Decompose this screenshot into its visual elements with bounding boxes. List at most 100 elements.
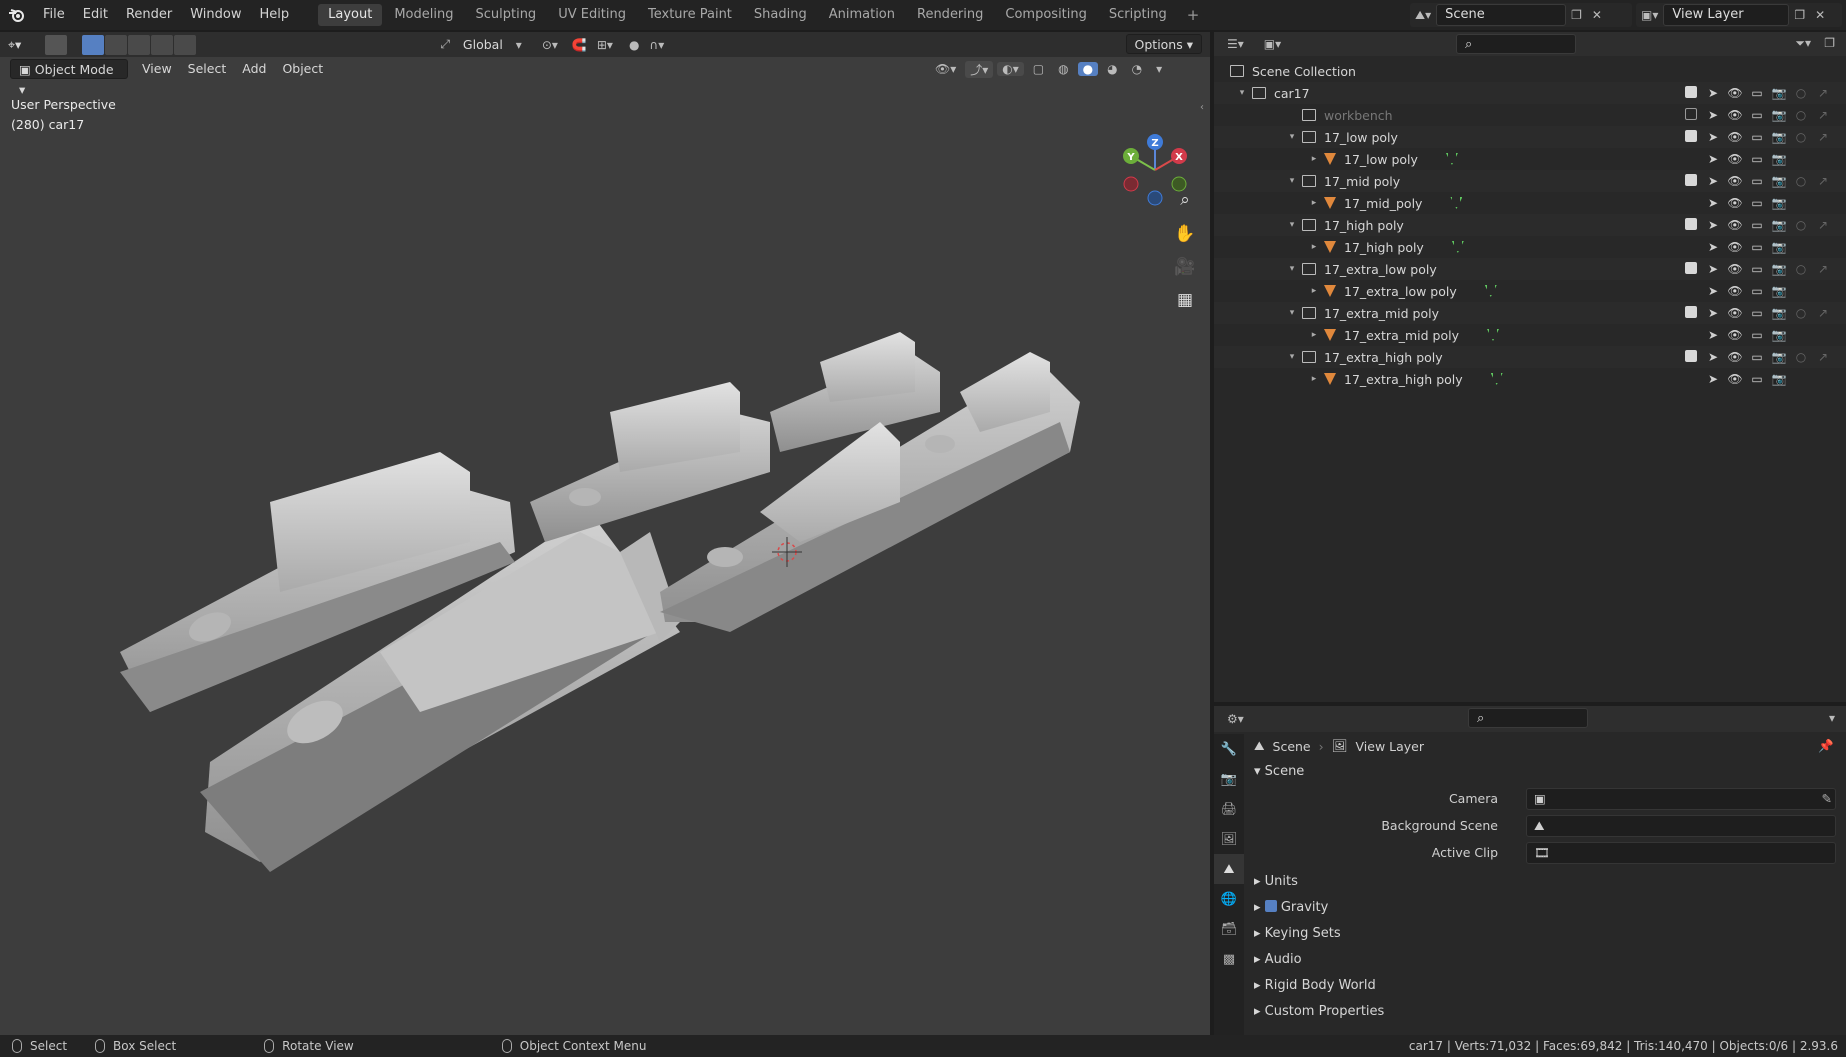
- visibility-eye-icon[interactable]: 👁: [1724, 130, 1746, 144]
- render-disable-icon[interactable]: 📷: [1768, 218, 1790, 232]
- pin-icon[interactable]: 📌: [1818, 738, 1834, 754]
- car-model-middle[interactable]: [530, 382, 770, 542]
- scene-field[interactable]: Scene: [1436, 4, 1567, 26]
- new-scene-icon[interactable]: ❐: [1566, 8, 1587, 22]
- selectable-toggle-icon[interactable]: ➤: [1702, 240, 1724, 254]
- viewport-disable-icon[interactable]: ▭: [1746, 328, 1768, 342]
- viewport-disable-icon[interactable]: ▭: [1746, 152, 1768, 166]
- expand-arrow-icon[interactable]: ▸: [1308, 374, 1320, 384]
- active-clip-field[interactable]: [1526, 842, 1836, 864]
- view-layer-field[interactable]: View Layer: [1663, 4, 1790, 26]
- outliner-row-collection[interactable]: ▾ 17_low poly ➤ 👁 ▭ 📷 ○ ↗: [1214, 126, 1846, 148]
- outliner-row-collection[interactable]: ▾ car17 ➤ 👁 ▭ 📷 ○ ↗: [1214, 82, 1846, 104]
- render-disable-icon[interactable]: 📷: [1768, 86, 1790, 100]
- mesh-data-icon[interactable]: [1486, 329, 1499, 341]
- outliner-row-scene-collection[interactable]: Scene Collection: [1214, 60, 1846, 82]
- eyedropper-icon[interactable]: ✎: [1822, 791, 1832, 806]
- selectable-toggle-icon[interactable]: ➤: [1702, 108, 1724, 122]
- render-disable-icon[interactable]: 📷: [1768, 306, 1790, 320]
- tab-layout[interactable]: Layout: [318, 4, 383, 26]
- menu-edit[interactable]: Edit: [74, 0, 117, 30]
- visibility-eye-icon[interactable]: 👁: [1724, 218, 1746, 232]
- holdout-icon[interactable]: ○: [1790, 306, 1812, 320]
- render-disable-icon[interactable]: 📷: [1768, 108, 1790, 122]
- expand-arrow-icon[interactable]: ▸: [1308, 154, 1320, 164]
- indirect-only-icon[interactable]: ↗: [1812, 130, 1834, 144]
- exclude-checkbox[interactable]: [1685, 85, 1697, 98]
- outliner-row-object[interactable]: ▸ 17_extra_high poly ➤ 👁 ▭ 📷: [1214, 368, 1846, 390]
- tool-tab-icon[interactable]: 🔧: [1214, 734, 1244, 764]
- visibility-eye-icon[interactable]: 👁: [1724, 108, 1746, 122]
- menu-window[interactable]: Window: [181, 0, 250, 30]
- units-section[interactable]: ▸ Units: [1254, 874, 1298, 889]
- outliner-row-collection[interactable]: ▾ 17_extra_low poly ➤ 👁 ▭ 📷 ○ ↗: [1214, 258, 1846, 280]
- sidebar-toggle-icon[interactable]: ‹: [1200, 102, 1204, 113]
- 3d-viewport[interactable]: ⌖▾ ⤢ Global ▾ ⊙▾ 🧲 ⊞▾ ● ∩▾ Options ▾ ▣ O…: [0, 32, 1210, 1035]
- filter-icon[interactable]: ⏷▾: [1790, 36, 1816, 51]
- exclude-checkbox[interactable]: [1685, 107, 1697, 120]
- world-tab-icon[interactable]: 🌐: [1214, 884, 1244, 914]
- gizmo-neg-z-axis[interactable]: [1147, 190, 1163, 206]
- expand-arrow-icon[interactable]: ▸: [1308, 286, 1320, 296]
- pan-hand-icon[interactable]: ✋: [1170, 219, 1200, 249]
- menu-file[interactable]: File: [34, 0, 74, 30]
- new-collection-icon[interactable]: ❐: [1819, 36, 1840, 50]
- exclude-checkbox[interactable]: [1685, 349, 1697, 362]
- expand-arrow-icon[interactable]: ▸: [1308, 242, 1320, 252]
- render-disable-icon[interactable]: 📷: [1768, 328, 1790, 342]
- outliner-row-object[interactable]: ▸ 17_low poly ➤ 👁 ▭ 📷: [1214, 148, 1846, 170]
- visibility-eye-icon[interactable]: 👁: [1724, 284, 1746, 298]
- selectable-toggle-icon[interactable]: ➤: [1702, 218, 1724, 232]
- outliner-search-input[interactable]: ⌕: [1456, 34, 1576, 54]
- menu-render[interactable]: Render: [117, 0, 181, 30]
- remove-view-layer-icon[interactable]: ✕: [1810, 8, 1830, 22]
- tab-uv-editing[interactable]: UV Editing: [548, 4, 636, 26]
- tab-animation[interactable]: Animation: [819, 4, 905, 26]
- indirect-only-icon[interactable]: ↗: [1812, 262, 1834, 276]
- outliner-row-collection[interactable]: ▾ 17_high poly ➤ 👁 ▭ 📷 ○ ↗: [1214, 214, 1846, 236]
- selectable-toggle-icon[interactable]: ➤: [1702, 152, 1724, 166]
- selectable-toggle-icon[interactable]: ➤: [1702, 306, 1724, 320]
- remove-scene-icon[interactable]: ✕: [1587, 8, 1607, 22]
- tab-rendering[interactable]: Rendering: [907, 4, 993, 26]
- viewport-disable-icon[interactable]: ▭: [1746, 372, 1768, 386]
- menu-help[interactable]: Help: [251, 0, 299, 30]
- add-workspace-button[interactable]: +: [1179, 6, 1208, 24]
- expand-arrow-icon[interactable]: ▾: [1286, 352, 1298, 362]
- holdout-icon[interactable]: ○: [1790, 350, 1812, 364]
- expand-arrow-icon[interactable]: ▸: [1308, 198, 1320, 208]
- outliner-row-object[interactable]: ▸ 17_extra_low poly ➤ 👁 ▭ 📷: [1214, 280, 1846, 302]
- viewport-disable-icon[interactable]: ▭: [1746, 174, 1768, 188]
- indirect-only-icon[interactable]: ↗: [1812, 108, 1834, 122]
- outliner-row-object[interactable]: ▸ 17_mid_poly ➤ 👁 ▭ 📷: [1214, 192, 1846, 214]
- visibility-eye-icon[interactable]: 👁: [1724, 306, 1746, 320]
- render-disable-icon[interactable]: 📷: [1768, 240, 1790, 254]
- render-disable-icon[interactable]: 📷: [1768, 174, 1790, 188]
- viewport-disable-icon[interactable]: ▭: [1746, 196, 1768, 210]
- selectable-toggle-icon[interactable]: ➤: [1702, 372, 1724, 386]
- visibility-eye-icon[interactable]: 👁: [1724, 350, 1746, 364]
- expand-arrow-icon[interactable]: ▸: [1308, 330, 1320, 340]
- indirect-only-icon[interactable]: ↗: [1812, 350, 1834, 364]
- mesh-data-icon[interactable]: [1484, 285, 1497, 297]
- camera-view-icon[interactable]: 🎥: [1170, 252, 1200, 282]
- blender-logo-icon[interactable]: [0, 0, 34, 30]
- new-view-layer-icon[interactable]: ❐: [1789, 8, 1810, 22]
- indirect-only-icon[interactable]: ↗: [1812, 174, 1834, 188]
- view-layer-icon[interactable]: ▣▾: [1636, 8, 1663, 22]
- expand-arrow-icon[interactable]: ▾: [1286, 176, 1298, 186]
- expand-arrow-icon[interactable]: ▾: [1286, 132, 1298, 142]
- car-models-render[interactable]: [0, 32, 1210, 1035]
- exclude-checkbox[interactable]: [1685, 173, 1697, 186]
- scene-icon[interactable]: ⛰▾: [1410, 8, 1436, 23]
- selectable-toggle-icon[interactable]: ➤: [1702, 328, 1724, 342]
- outliner-editor-icon[interactable]: ☰▾: [1222, 37, 1249, 51]
- viewport-disable-icon[interactable]: ▭: [1746, 108, 1768, 122]
- expand-arrow-icon[interactable]: ▾: [1286, 220, 1298, 230]
- indirect-only-icon[interactable]: ↗: [1812, 306, 1834, 320]
- holdout-icon[interactable]: ○: [1790, 108, 1812, 122]
- properties-editor-icon[interactable]: ⚙▾: [1222, 712, 1249, 726]
- render-disable-icon[interactable]: 📷: [1768, 350, 1790, 364]
- holdout-icon[interactable]: ○: [1790, 262, 1812, 276]
- properties-search-input[interactable]: ⌕: [1468, 708, 1588, 728]
